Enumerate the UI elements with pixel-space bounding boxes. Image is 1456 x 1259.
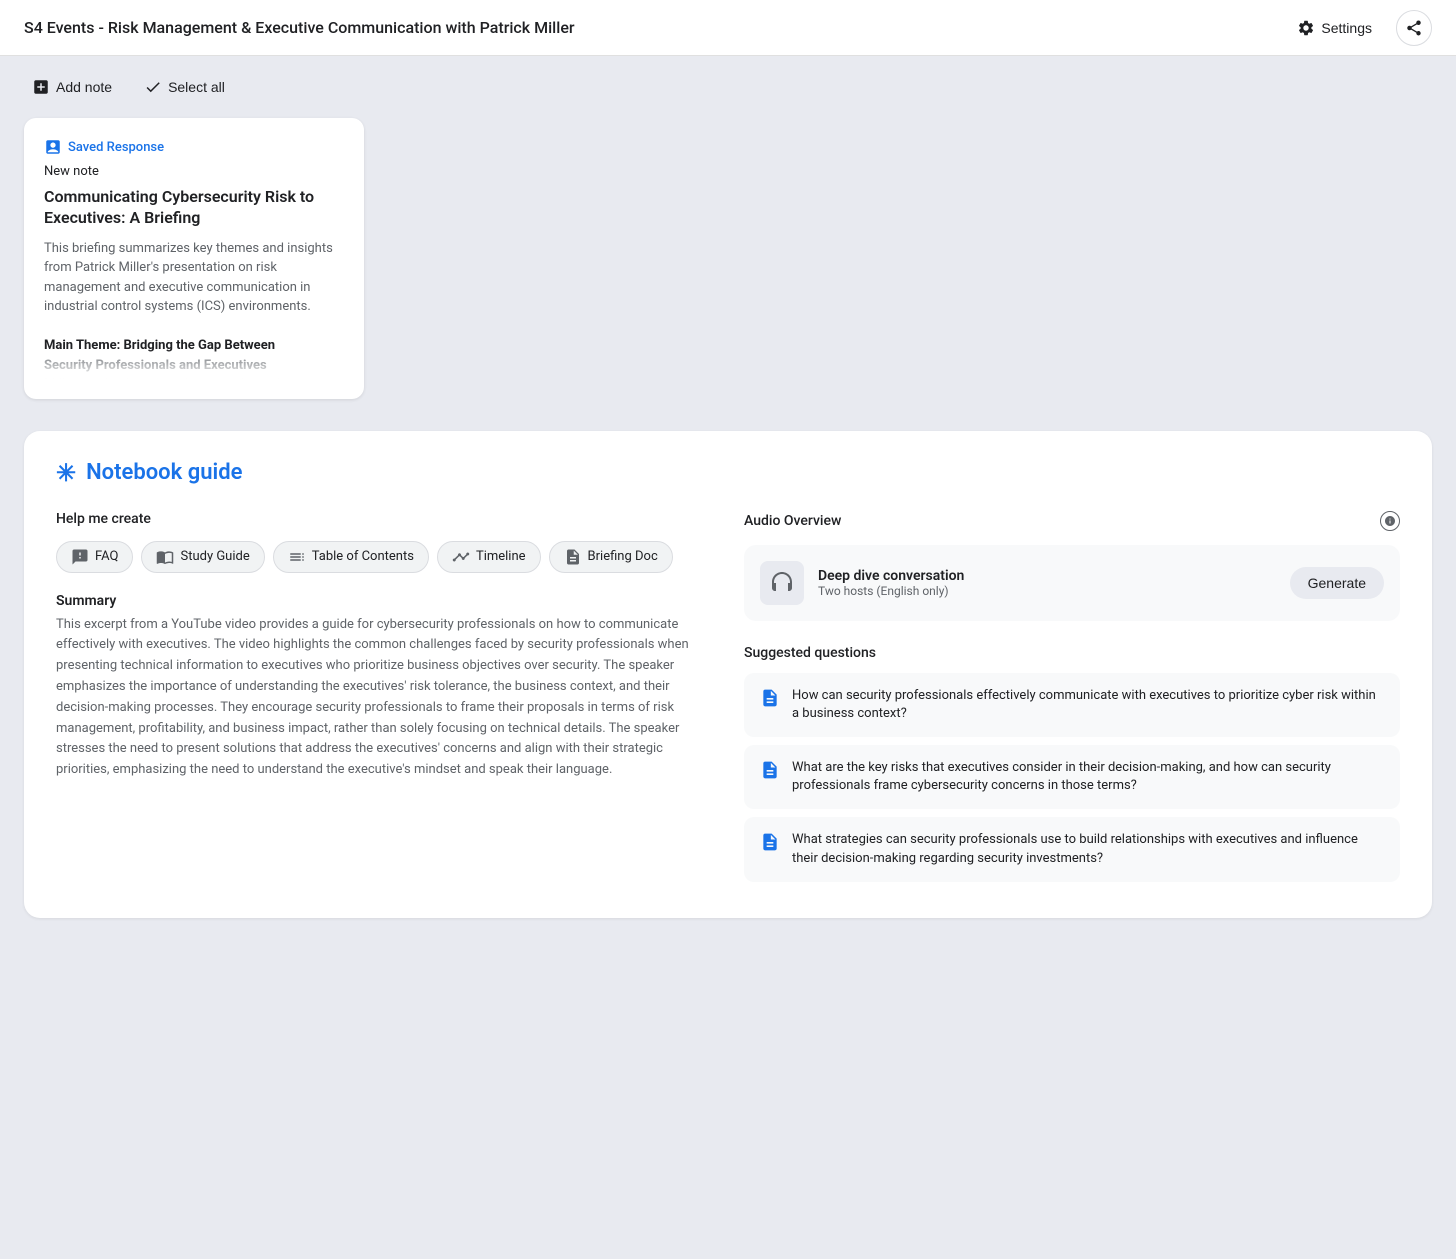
settings-button[interactable]: Settings — [1285, 13, 1384, 43]
guide-left: Help me create FAQ Study Guide — [56, 511, 712, 890]
audio-info: Deep dive conversation Two hosts (Englis… — [818, 568, 1276, 598]
toc-icon — [288, 548, 306, 566]
question-text-2: What are the key risks that executives c… — [792, 759, 1384, 795]
question-icon-1 — [760, 688, 780, 708]
select-all-label: Select all — [168, 79, 225, 95]
audio-section-header: Audio Overview — [744, 511, 1400, 531]
add-note-button[interactable]: Add note — [24, 72, 120, 102]
audio-title: Deep dive conversation — [818, 568, 1276, 584]
chip-briefing-doc-label: Briefing Doc — [588, 549, 658, 564]
question-icon-3 — [760, 832, 780, 852]
question-text-3: What strategies can security professiona… — [792, 831, 1384, 867]
summary-title: Summary — [56, 593, 712, 609]
notebook-guide: ✳ Notebook guide Help me create FAQ — [24, 431, 1432, 918]
guide-columns: Help me create FAQ Study Guide — [56, 511, 1400, 890]
chip-toc-label: Table of Contents — [312, 549, 414, 564]
audio-icon-wrapper — [760, 561, 804, 605]
suggested-questions-section: Suggested questions How can security pro… — [744, 645, 1400, 882]
notebook-guide-header: ✳ Notebook guide — [56, 459, 1400, 487]
questions-title: Suggested questions — [744, 645, 1400, 661]
note-card-body-intro: This briefing summarizes key themes and … — [44, 241, 333, 315]
guide-right: Audio Overview Deep dive convers — [744, 511, 1400, 890]
headphone-icon — [770, 571, 794, 595]
audio-card: Deep dive conversation Two hosts (Englis… — [744, 545, 1400, 621]
main-content: Saved Response New note Communicating Cy… — [0, 118, 1456, 942]
study-guide-icon — [156, 548, 174, 566]
note-card-main-title: Communicating Cybersecurity Risk to Exec… — [44, 187, 344, 229]
chip-study-guide[interactable]: Study Guide — [141, 541, 264, 573]
toolbar: Add note Select all — [0, 56, 1456, 118]
faq-icon — [71, 548, 89, 566]
header-actions: Settings — [1285, 10, 1432, 46]
question-card-1[interactable]: How can security professionals effective… — [744, 673, 1400, 737]
note-card: Saved Response New note Communicating Cy… — [24, 118, 364, 399]
timeline-icon — [452, 548, 470, 566]
note-card-bold-main: Main Theme: Bridging the Gap Between — [44, 338, 275, 353]
saved-response-icon — [44, 138, 62, 156]
generate-button[interactable]: Generate — [1290, 567, 1384, 599]
question-icon-2 — [760, 760, 780, 780]
question-card-2[interactable]: What are the key risks that executives c… — [744, 745, 1400, 809]
note-card-badge: Saved Response — [44, 138, 344, 156]
audio-section-title: Audio Overview — [744, 513, 841, 529]
settings-label: Settings — [1321, 20, 1372, 36]
chip-toc[interactable]: Table of Contents — [273, 541, 429, 573]
select-all-button[interactable]: Select all — [136, 72, 233, 102]
page-title: S4 Events - Risk Management & Executive … — [24, 18, 575, 37]
gear-icon — [1297, 19, 1315, 37]
asterisk-icon: ✳ — [56, 459, 76, 487]
question-card-3[interactable]: What strategies can security professiona… — [744, 817, 1400, 881]
chip-study-guide-label: Study Guide — [180, 549, 249, 564]
note-card-body-fade: Miller emphasizes the critical need to t… — [44, 377, 317, 379]
chip-timeline[interactable]: Timeline — [437, 541, 541, 573]
audio-subtitle: Two hosts (English only) — [818, 584, 1276, 598]
help-me-create-label: Help me create — [56, 511, 712, 527]
chip-timeline-label: Timeline — [476, 549, 526, 564]
share-icon — [1405, 19, 1423, 37]
chip-faq-label: FAQ — [95, 549, 118, 564]
info-icon-svg — [1384, 515, 1396, 527]
create-chips: FAQ Study Guide Table of Con — [56, 541, 712, 573]
summary-text: This excerpt from a YouTube video provid… — [56, 615, 712, 781]
question-text-1: How can security professionals effective… — [792, 687, 1384, 723]
add-note-icon — [32, 78, 50, 96]
add-note-label: Add note — [56, 79, 112, 95]
note-card-body: This briefing summarizes key themes and … — [44, 239, 344, 379]
info-icon[interactable] — [1380, 511, 1400, 531]
briefing-doc-icon — [564, 548, 582, 566]
share-button[interactable] — [1396, 10, 1432, 46]
chip-faq[interactable]: FAQ — [56, 541, 133, 573]
check-icon — [144, 78, 162, 96]
badge-label: Saved Response — [68, 140, 164, 155]
summary-section: Summary This excerpt from a YouTube vide… — [56, 593, 712, 781]
app-header: S4 Events - Risk Management & Executive … — [0, 0, 1456, 56]
chip-briefing-doc[interactable]: Briefing Doc — [549, 541, 673, 573]
notebook-guide-title: Notebook guide — [86, 460, 242, 485]
note-card-bold-sub: Security Professionals and Executives — [44, 358, 267, 373]
note-card-small-title: New note — [44, 164, 344, 179]
